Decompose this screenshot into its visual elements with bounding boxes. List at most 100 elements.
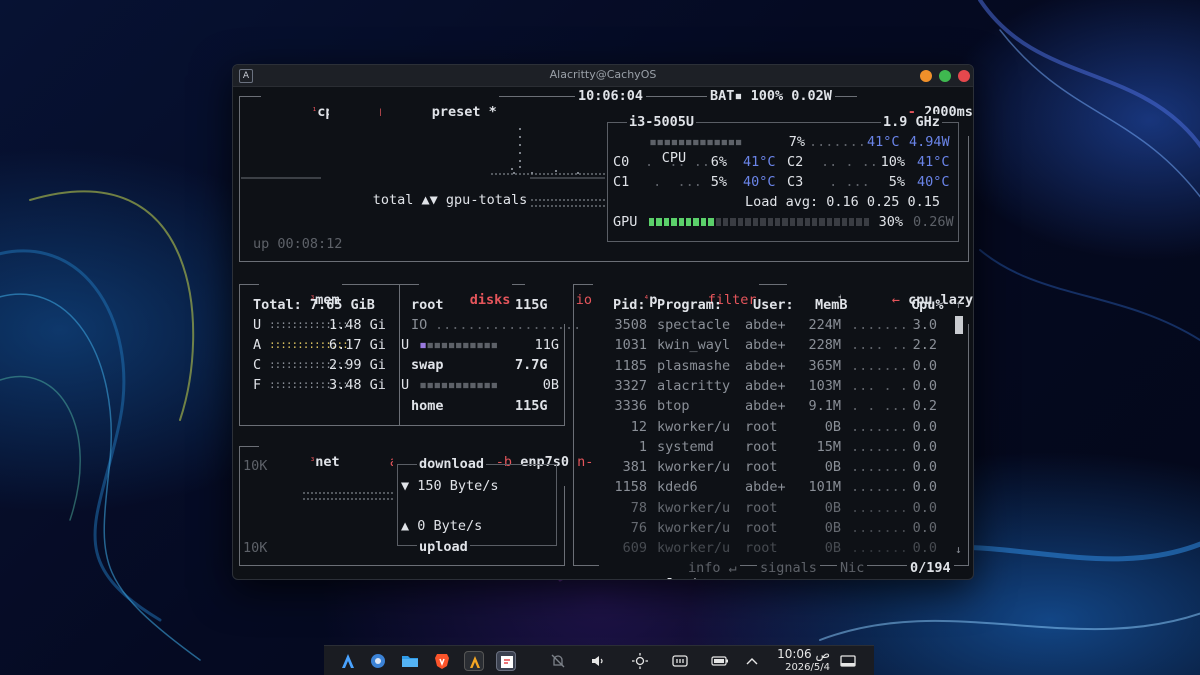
btop-terminal[interactable]: ¹cpu menu preset * 10:06:04 BAT▪ 100% 0.… bbox=[233, 88, 973, 579]
proc-cell-user: root bbox=[745, 520, 778, 536]
gpu-bar-cell bbox=[686, 218, 692, 226]
core3-label: C3 bbox=[787, 174, 804, 190]
proc-cell-cpu: 0.2 bbox=[912, 398, 937, 415]
proc-cpu-sparkline: ....... bbox=[851, 479, 908, 496]
screenshot-icon[interactable] bbox=[496, 651, 516, 671]
col-pid[interactable]: Pid: bbox=[613, 297, 646, 313]
proc-footer-signals[interactable]: signals bbox=[757, 560, 820, 576]
gpu-bar-cell bbox=[797, 218, 803, 226]
proc-cell-mem: 224M bbox=[808, 317, 841, 333]
proc-cell-mem: 365M bbox=[808, 357, 841, 374]
close-button[interactable] bbox=[958, 70, 970, 82]
disk-root-used-label: U bbox=[401, 337, 410, 353]
graph-mode-selector[interactable]: total ▲▼ gpu-totals bbox=[321, 176, 531, 224]
mem-row-value: 1.48 Gi bbox=[329, 317, 386, 333]
volume-icon[interactable] bbox=[588, 651, 608, 671]
proc-cell-pid: 76 bbox=[630, 520, 647, 536]
minimize-button[interactable] bbox=[920, 70, 932, 82]
download-rate: ▼ 150 Byte/s bbox=[401, 478, 499, 494]
gpu-bar-cell bbox=[760, 218, 766, 226]
battery-icon[interactable] bbox=[710, 651, 730, 671]
col-mem[interactable]: MemB bbox=[815, 297, 848, 313]
disk-root-label: root bbox=[411, 297, 444, 313]
clock-time: 10:06 bbox=[777, 647, 812, 661]
proc-cell-pid: 3336 bbox=[614, 398, 647, 415]
settings-icon[interactable] bbox=[368, 651, 388, 671]
proc-cell-cpu: 0.0 bbox=[912, 540, 937, 557]
proc-cell-cpu: 0.0 bbox=[912, 499, 937, 516]
proc-cell-mem: 228M bbox=[808, 337, 841, 354]
disk-io-graph: .................. bbox=[435, 317, 582, 333]
brave-icon[interactable] bbox=[432, 651, 452, 671]
gpu-bar-cell bbox=[656, 218, 662, 226]
upload-rate: ▲ 0 Byte/s bbox=[401, 518, 483, 534]
sort-prev-button[interactable]: ← bbox=[892, 292, 900, 308]
files-icon[interactable] bbox=[400, 651, 420, 671]
clock-display: 10:06:04 bbox=[575, 88, 647, 104]
proc-cell-pid: 3508 bbox=[614, 317, 647, 333]
proc-cell-cpu: 0.0 bbox=[912, 377, 937, 394]
show-desktop-icon[interactable] bbox=[838, 651, 858, 671]
proc-scrollbar-thumb[interactable] bbox=[955, 316, 963, 334]
gpu-bar-cell bbox=[804, 218, 810, 226]
mem-row-key: C bbox=[253, 357, 262, 373]
proc-cell-pid: 609 bbox=[622, 540, 647, 557]
load-average: Load avg: 0.16 0.25 0.15 bbox=[745, 194, 941, 210]
net-scale-bottom: 10K bbox=[243, 540, 268, 556]
proc-cpu-sparkline: ....... bbox=[851, 499, 908, 516]
core0-temp: 41°C bbox=[743, 154, 776, 170]
gpu-bar-cell bbox=[708, 218, 714, 226]
proc-cell-pid: 78 bbox=[630, 499, 647, 516]
proc-footer-nice[interactable]: Nic bbox=[837, 560, 868, 576]
net-box-header: ³net bbox=[259, 438, 342, 486]
proc-cell-program: kworker/u bbox=[657, 418, 731, 435]
alacritty-icon[interactable] bbox=[464, 651, 484, 671]
gpu-bar-cell bbox=[826, 218, 833, 226]
proc-cell-cpu: 3.0 bbox=[912, 317, 937, 333]
proc-cell-user: abde+ bbox=[745, 357, 786, 374]
core1-pct: 5% bbox=[710, 174, 727, 190]
col-user[interactable]: User: bbox=[753, 297, 794, 313]
proc-cell-pid: 1185 bbox=[614, 357, 647, 374]
notifications-off-icon[interactable] bbox=[548, 651, 568, 671]
app-launcher-icon[interactable] bbox=[338, 651, 358, 671]
col-program[interactable]: Program: bbox=[657, 297, 722, 313]
keyboard-icon[interactable] bbox=[670, 651, 690, 671]
battery-status: BAT▪ 100% 0.02W bbox=[707, 88, 835, 104]
net-tab-label[interactable]: net bbox=[315, 454, 339, 470]
terminal-window[interactable]: A Alacritty@CachyOS ¹cpu menu preset * 1… bbox=[232, 64, 974, 580]
proc-cell-mem: 0B bbox=[824, 520, 841, 536]
cpu-total-sparkline: ....... bbox=[809, 134, 866, 150]
proc-cell-user: abde+ bbox=[745, 398, 786, 415]
tray-expand-icon[interactable] bbox=[742, 651, 762, 671]
core1-temp: 40°C bbox=[743, 174, 776, 190]
scroll-down-arrow[interactable]: ↓ bbox=[955, 542, 962, 558]
taskbar-clock[interactable]: ص 10:06 2026/5/4 bbox=[764, 648, 830, 674]
proc-cpu-sparkline: ....... bbox=[851, 438, 908, 455]
proc-cpu-sparkline: . . ... bbox=[851, 398, 908, 415]
core3-sparkline: . ... bbox=[821, 174, 870, 190]
gpu-bar-cell bbox=[723, 218, 729, 226]
mem-row-value: 3.48 Gi bbox=[329, 377, 386, 393]
col-cpu[interactable]: Cpu% bbox=[911, 297, 944, 313]
brightness-icon[interactable] bbox=[630, 651, 650, 671]
proc-cell-user: abde+ bbox=[745, 479, 786, 496]
scroll-up-arrow[interactable]: ↑ bbox=[955, 297, 962, 313]
core3-temp: 40°C bbox=[917, 174, 950, 190]
proc-footer-info[interactable]: info ↵ bbox=[685, 560, 740, 576]
cpu-frequency: 1.9 GHz bbox=[881, 114, 942, 130]
maximize-button[interactable] bbox=[939, 70, 951, 82]
proc-cell-program: kworker/u bbox=[657, 459, 731, 476]
proc-cell-mem: 0B bbox=[824, 418, 841, 435]
gpu-bar-cell bbox=[737, 218, 744, 226]
gpu-bar-cell bbox=[863, 218, 870, 226]
proc-cpu-sparkline: .... .. bbox=[851, 337, 908, 354]
swap-size: 7.7G bbox=[515, 357, 548, 373]
cpu-total-temp: 41°C bbox=[867, 134, 900, 150]
proc-cell-program: kded6 bbox=[657, 479, 698, 496]
proc-cell-mem: 103M bbox=[808, 377, 841, 394]
gpu-bar-cell bbox=[834, 218, 840, 226]
window-titlebar[interactable]: A Alacritty@CachyOS bbox=[233, 65, 973, 87]
proc-cell-mem: 15M bbox=[816, 438, 841, 455]
gpu-bar-cell bbox=[819, 218, 825, 226]
